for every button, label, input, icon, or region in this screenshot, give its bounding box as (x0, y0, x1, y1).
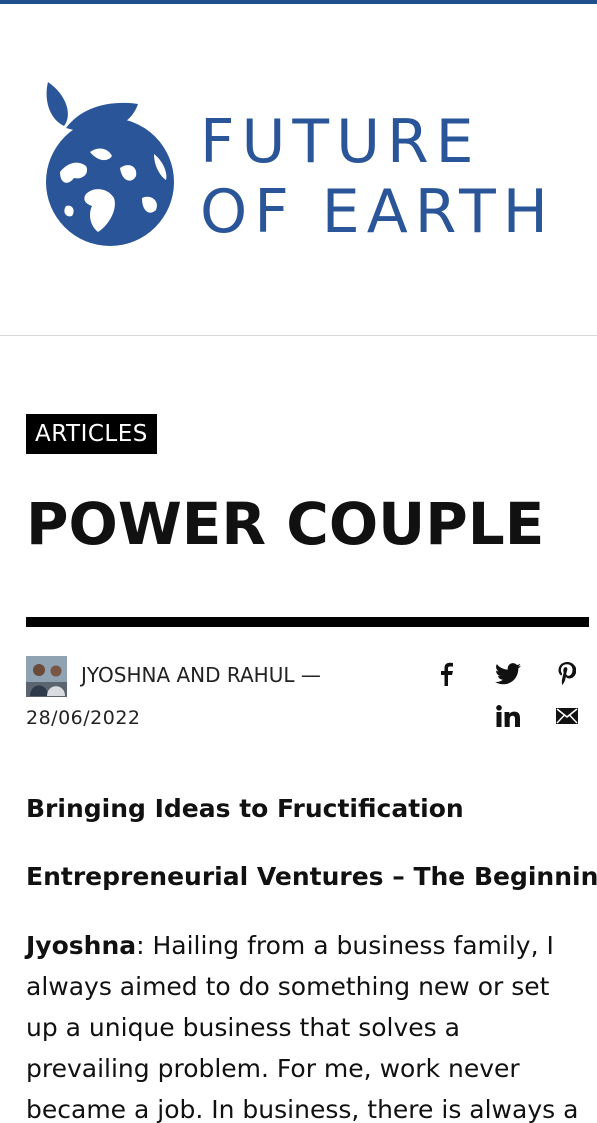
logo-wordmark[interactable]: FUTURE OF EARTH (200, 107, 555, 247)
site-header: FUTURE OF EARTH (0, 4, 597, 336)
sub-heading-2: Entrepreneurial Ventures – The Beginning (26, 862, 597, 891)
pinterest-icon[interactable] (552, 659, 582, 689)
logo-line-2: OF EARTH (200, 177, 555, 247)
byline: JYOSHNA AND RAHUL — 28/06/2022 (26, 655, 589, 735)
sub-heading-1: Bringing Ideas to Fructification (26, 794, 464, 823)
email-icon[interactable] (552, 701, 582, 731)
header-divider (0, 335, 597, 336)
article-title: POWER COUPLE (26, 490, 545, 558)
title-divider (26, 617, 589, 627)
author-name[interactable]: JYOSHNA AND RAHUL — (81, 663, 321, 687)
linkedin-icon[interactable] (493, 701, 523, 731)
body-paragraph: Jyoshna: Hailing from a business family,… (26, 925, 586, 1123)
twitter-icon[interactable] (493, 659, 523, 689)
logo-globe-icon[interactable] (38, 76, 178, 254)
category-tag[interactable]: ARTICLES (26, 414, 157, 454)
logo-line-1: FUTURE (200, 107, 481, 177)
post-date: 28/06/2022 (26, 707, 141, 729)
facebook-icon[interactable] (431, 659, 461, 689)
author-avatar[interactable] (26, 656, 67, 697)
speaker-name: Jyoshna (26, 931, 137, 960)
